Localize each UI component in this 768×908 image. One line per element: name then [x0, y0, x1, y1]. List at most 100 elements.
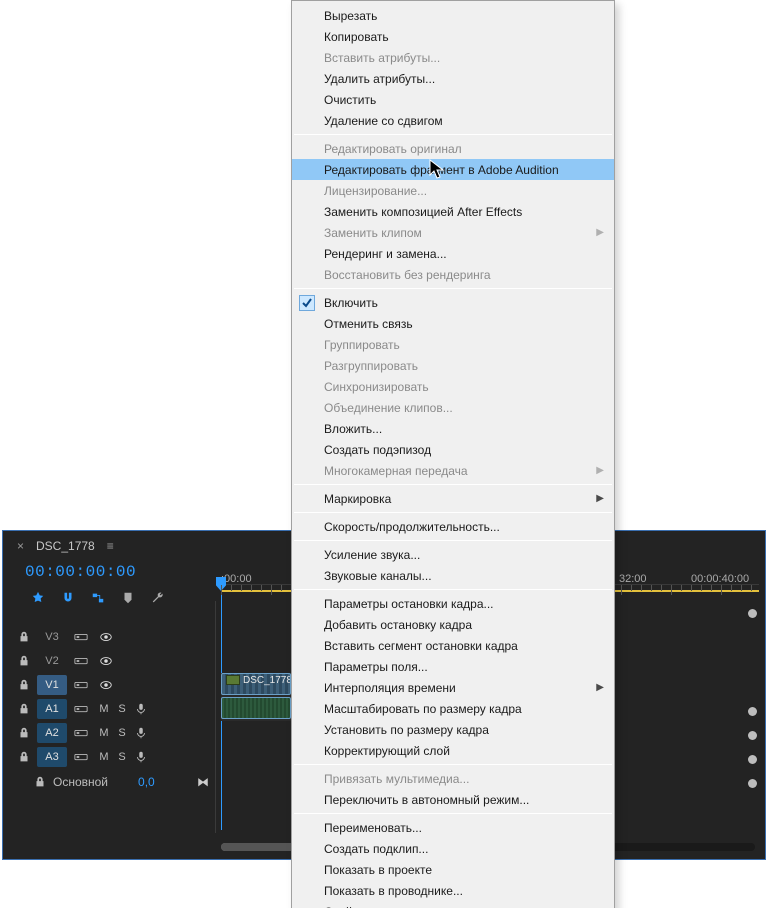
- panel-menu-icon[interactable]: ≡: [107, 539, 114, 553]
- mic-icon[interactable]: [131, 721, 151, 745]
- playhead-timecode[interactable]: 00:00:00:00: [25, 563, 136, 581]
- video-clip[interactable]: DSC_1778.M: [221, 673, 291, 695]
- track-label[interactable]: V2: [37, 651, 67, 671]
- clip-lane-v1[interactable]: DSC_1778.M: [221, 673, 291, 697]
- menu-item[interactable]: Показать в проекте: [292, 859, 614, 880]
- menu-item[interactable]: Редактировать фрагмент в Adobe Audition: [292, 159, 614, 180]
- menu-item[interactable]: Вырезать: [292, 5, 614, 26]
- menu-item-label: Многокамерная передача: [324, 464, 468, 478]
- menu-item-label: Параметры остановки кадра...: [324, 597, 494, 611]
- solo-toggle[interactable]: S: [113, 721, 131, 745]
- menu-item[interactable]: Переключить в автономный режим...: [292, 789, 614, 810]
- menu-item[interactable]: Добавить остановку кадра: [292, 614, 614, 635]
- lock-icon[interactable]: [11, 673, 37, 697]
- close-panel-icon[interactable]: ×: [13, 539, 28, 553]
- track-header-v2[interactable]: V2: [11, 649, 215, 673]
- track-fx-icon[interactable]: [67, 649, 95, 673]
- audio-clip[interactable]: [221, 697, 291, 719]
- linked-selection-icon[interactable]: [91, 591, 105, 605]
- menu-item[interactable]: Удалить атрибуты...: [292, 68, 614, 89]
- menu-item[interactable]: Параметры остановки кадра...: [292, 593, 614, 614]
- mic-icon[interactable]: [131, 745, 151, 769]
- marker-icon[interactable]: [121, 591, 135, 605]
- track-resize-handle[interactable]: [748, 779, 757, 788]
- mic-icon[interactable]: [131, 697, 151, 721]
- track-fx-icon[interactable]: [67, 625, 95, 649]
- track-header-a3[interactable]: A3 M S: [11, 745, 215, 769]
- track-fx-icon[interactable]: [67, 721, 95, 745]
- solo-toggle[interactable]: S: [113, 697, 131, 721]
- menu-item[interactable]: Усиление звука...: [292, 544, 614, 565]
- lock-icon[interactable]: [33, 775, 47, 789]
- lock-icon[interactable]: [11, 721, 37, 745]
- ruler-tick: [281, 585, 282, 591]
- ruler-tick: [701, 585, 702, 591]
- track-header-a2[interactable]: A2 M S: [11, 721, 215, 745]
- menu-item[interactable]: Создать подклип...: [292, 838, 614, 859]
- solo-toggle[interactable]: S: [113, 745, 131, 769]
- menu-item[interactable]: Переименовать...: [292, 817, 614, 838]
- menu-item[interactable]: Звуковые каналы...: [292, 565, 614, 586]
- track-header-a1[interactable]: A1 M S: [11, 697, 215, 721]
- menu-item-label: Лицензирование...: [324, 184, 427, 198]
- menu-item[interactable]: Интерполяция времени▶: [292, 677, 614, 698]
- track-label[interactable]: V1: [37, 675, 67, 695]
- menu-item[interactable]: Удаление со сдвигом: [292, 110, 614, 131]
- menu-item[interactable]: Корректирующий слой: [292, 740, 614, 761]
- lock-icon[interactable]: [11, 625, 37, 649]
- ruler-tick: [251, 585, 252, 591]
- track-header-master[interactable]: Основной 0,0 ⧓: [11, 769, 215, 795]
- lock-icon[interactable]: [11, 697, 37, 721]
- menu-item-label: Восстановить без рендеринга: [324, 268, 491, 282]
- track-resize-handle[interactable]: [748, 609, 757, 618]
- menu-item[interactable]: Показать в проводнике...: [292, 880, 614, 901]
- eye-icon[interactable]: [95, 649, 117, 673]
- track-label[interactable]: V3: [37, 627, 67, 647]
- clip-lane-a1[interactable]: [221, 697, 291, 721]
- menu-item[interactable]: Скорость/продолжительность...: [292, 516, 614, 537]
- track-label[interactable]: A1: [37, 699, 67, 719]
- menu-item-label: Вложить...: [324, 422, 382, 436]
- lock-icon[interactable]: [11, 649, 37, 673]
- mute-toggle[interactable]: M: [95, 721, 113, 745]
- track-label[interactable]: A3: [37, 747, 67, 767]
- magnet-icon[interactable]: [61, 591, 75, 605]
- menu-item-label: Усиление звука...: [324, 548, 420, 562]
- mute-toggle[interactable]: M: [95, 697, 113, 721]
- menu-item[interactable]: Вложить...: [292, 418, 614, 439]
- menu-item[interactable]: Рендеринг и замена...: [292, 243, 614, 264]
- track-resize-handle[interactable]: [748, 707, 757, 716]
- menu-item[interactable]: Масштабировать по размеру кадра: [292, 698, 614, 719]
- wrench-icon[interactable]: [151, 591, 165, 605]
- menu-item[interactable]: Установить по размеру кадра: [292, 719, 614, 740]
- lock-icon[interactable]: [11, 745, 37, 769]
- menu-item[interactable]: Свойства: [292, 901, 614, 908]
- menu-item[interactable]: Отменить связь: [292, 313, 614, 334]
- menu-item-label: Редактировать фрагмент в Adobe Audition: [324, 163, 559, 177]
- menu-item[interactable]: Маркировка▶: [292, 488, 614, 509]
- track-label[interactable]: A2: [37, 723, 67, 743]
- bowtie-icon[interactable]: ⧓: [197, 775, 209, 789]
- menu-item[interactable]: Очистить: [292, 89, 614, 110]
- menu-item-label: Создать подклип...: [324, 842, 428, 856]
- track-header-v3[interactable]: V3: [11, 625, 215, 649]
- menu-item[interactable]: Включить: [292, 292, 614, 313]
- menu-item[interactable]: Параметры поля...: [292, 656, 614, 677]
- snap-icon[interactable]: [31, 591, 45, 605]
- ruler-tick: [241, 585, 242, 591]
- menu-item[interactable]: Заменить композицией After Effects: [292, 201, 614, 222]
- menu-item[interactable]: Вставить сегмент остановки кадра: [292, 635, 614, 656]
- track-fx-icon[interactable]: [67, 673, 95, 697]
- track-resize-handle[interactable]: [748, 755, 757, 764]
- sequence-name[interactable]: DSC_1778: [36, 539, 95, 553]
- eye-icon[interactable]: [95, 673, 117, 697]
- track-header-v1[interactable]: V1: [11, 673, 215, 697]
- track-fx-icon[interactable]: [67, 745, 95, 769]
- track-fx-icon[interactable]: [67, 697, 95, 721]
- master-gain-value[interactable]: 0,0: [138, 775, 155, 789]
- eye-icon[interactable]: [95, 625, 117, 649]
- track-resize-handle[interactable]: [748, 731, 757, 740]
- mute-toggle[interactable]: M: [95, 745, 113, 769]
- menu-item[interactable]: Копировать: [292, 26, 614, 47]
- menu-item[interactable]: Создать подэпизод: [292, 439, 614, 460]
